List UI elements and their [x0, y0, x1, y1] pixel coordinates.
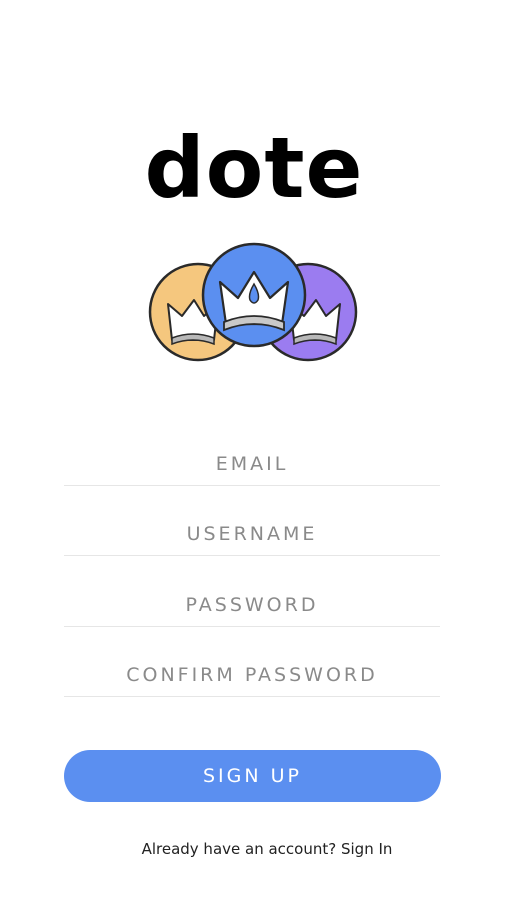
sign-up-button[interactable]: SIGN UP [64, 750, 441, 802]
password-field[interactable] [64, 583, 440, 627]
app-logo-text: dote [144, 119, 364, 217]
crowns-logo-icon [148, 242, 358, 362]
email-field[interactable] [64, 442, 440, 486]
signin-prompt-text: Already have an account? [141, 840, 337, 858]
confirm-password-field[interactable] [64, 653, 440, 697]
sign-in-link[interactable]: Sign In [341, 840, 392, 858]
username-field[interactable] [64, 512, 440, 556]
signin-prompt: Already have an account? Sign In [0, 840, 508, 858]
